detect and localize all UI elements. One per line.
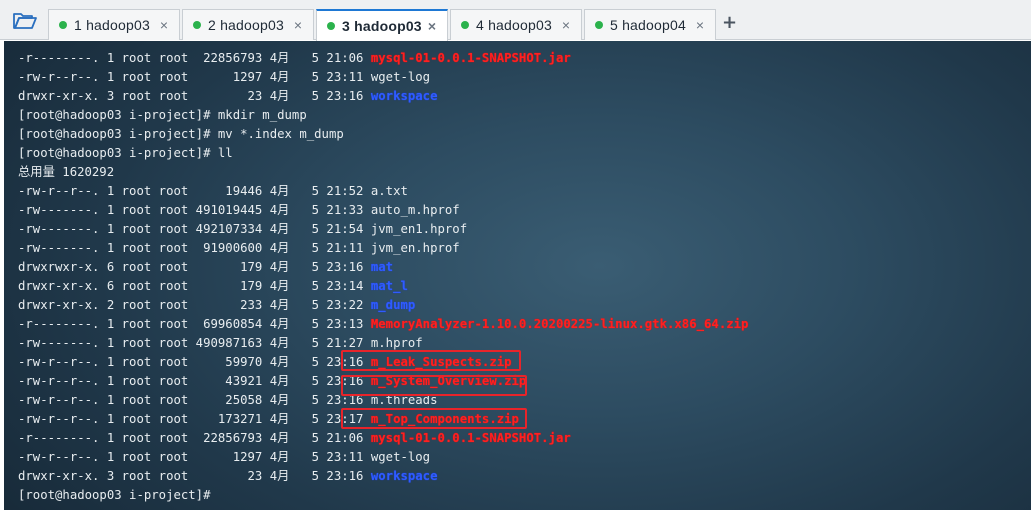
file-name: wget-log [370,450,431,464]
terminal-line-text: -rw-------. 1 root root 491019445 4月 5 2… [18,203,371,217]
terminal-line-text: [root@hadoop03 i-project]# [18,488,218,502]
tab-label: 4 hadoop03 [476,17,552,33]
terminal-line-text: -r--------. 1 root root 22856793 4月 5 21… [18,51,371,65]
close-tab-icon[interactable]: × [423,18,441,34]
file-name: workspace [370,89,438,103]
folder-open-icon[interactable] [12,9,38,31]
terminal-line-text: -rw-r--r--. 1 root root 1297 4月 5 23:11 [18,450,371,464]
terminal-line: -rw-------. 1 root root 492107334 4月 5 2… [18,220,748,239]
terminal-line-text: -rw-r--r--. 1 root root 1297 4月 5 23:11 [18,70,371,84]
close-tab-icon[interactable]: × [289,17,307,33]
highlight-box-system-overview [341,375,527,396]
tab-label: 5 hadoop04 [610,17,686,33]
terminal-line-text: 总用量 1620292 [18,165,115,179]
tab-session-2[interactable]: 2 hadoop03 × [182,9,314,40]
terminal-line-text: [root@hadoop03 i-project]# ll [18,146,233,160]
terminal-line: -r--------. 1 root root 22856793 4月 5 21… [18,429,748,448]
terminal-line-text: drwxr-xr-x. 3 root root 23 4月 5 23:16 [18,89,371,103]
terminal-line: drwxr-xr-x. 3 root root 23 4月 5 23:16 wo… [18,467,748,486]
close-tab-icon[interactable]: × [691,17,709,33]
connected-status-icon [327,22,335,30]
highlight-box-leak-suspects [341,350,521,371]
terminal-line-text: -rw-r--r--. 1 root root 59970 4月 5 23:16 [18,355,371,369]
file-name: workspace [370,469,438,483]
window-bottom-edge [0,510,1031,520]
file-name: jvm_en1.hprof [370,222,468,236]
tab-session-1[interactable]: 1 hadoop03 × [48,9,180,40]
terminal-line-text: drwxr-xr-x. 2 root root 233 4月 5 23:22 [18,298,371,312]
file-name: m_dump [370,298,416,312]
terminal-line: 总用量 1620292 [18,163,748,182]
terminal-line: -rw-r--r--. 1 root root 19446 4月 5 21:52… [18,182,748,201]
terminal-line-text: -r--------. 1 root root 69960854 4月 5 23… [18,317,371,331]
file-name: mysql-01-0.0.1-SNAPSHOT.jar [370,431,571,445]
connected-status-icon [59,21,67,29]
terminal-line: -rw-r--r--. 1 root root 1297 4月 5 23:11 … [18,68,748,87]
tab-session-5[interactable]: 5 hadoop04 × [584,9,716,40]
terminal-line: drwxr-xr-x. 2 root root 233 4月 5 23:22 m… [18,296,748,315]
file-name: MemoryAnalyzer-1.10.0.20200225-linux.gtk… [370,317,749,331]
terminal-line: [root@hadoop03 i-project]# mkdir m_dump [18,106,748,125]
tab-session-4[interactable]: 4 hadoop03 × [450,9,582,40]
connected-status-icon [461,21,469,29]
terminal-line-text: drwxr-xr-x. 3 root root 23 4月 5 23:16 [18,469,371,483]
file-name: mysql-01-0.0.1-SNAPSHOT.jar [370,51,571,65]
terminal-line-text: -rw-r--r--. 1 root root 25058 4月 5 23:16 [18,393,371,407]
tab-label: 2 hadoop03 [208,17,284,33]
terminal-line-text: -rw-------. 1 root root 492107334 4月 5 2… [18,222,371,236]
close-tab-icon[interactable]: × [155,17,173,33]
terminal-line: -r--------. 1 root root 22856793 4月 5 21… [18,49,748,68]
terminal-output-area[interactable]: -r--------. 1 root root 22856793 4月 5 21… [4,41,1031,510]
terminal-line: -rw-------. 1 root root 91900600 4月 5 21… [18,239,748,258]
terminal-line-text: [root@hadoop03 i-project]# mkdir m_dump [18,108,307,122]
terminal-line-text: -rw-r--r--. 1 root root 173271 4月 5 23:1… [18,412,371,426]
terminal-line: [root@hadoop03 i-project]# ll [18,144,748,163]
file-name: auto_m.hprof [370,203,460,217]
terminal-line-text: -rw-------. 1 root root 91900600 4月 5 21… [18,241,371,255]
terminal-line-text: -rw-r--r--. 1 root root 19446 4月 5 21:52 [18,184,371,198]
tab-label: 1 hadoop03 [74,17,150,33]
terminal-line: [root@hadoop03 i-project]# [18,486,748,505]
terminal-line-text: -rw-------. 1 root root 490987163 4月 5 2… [18,336,371,350]
tab-session-3[interactable]: 3 hadoop03 × [316,9,448,41]
connected-status-icon [193,21,201,29]
file-name: jvm_en.hprof [370,241,460,255]
terminal-app-window: 1 hadoop03 × 2 hadoop03 × 3 hadoop03 × 4… [0,0,1031,520]
file-name: a.txt [370,184,408,198]
file-name: mat [370,260,394,274]
new-tab-plus-icon[interactable]: + [722,12,737,33]
terminal-line-text: [root@hadoop03 i-project]# mv *.index m_… [18,127,344,141]
terminal-line-text: -rw-r--r--. 1 root root 43921 4月 5 23:16 [18,374,371,388]
terminal-line-text: drwxr-xr-x. 6 root root 179 4月 5 23:14 [18,279,371,293]
file-name: mat_l [370,279,408,293]
session-tab-bar: 1 hadoop03 × 2 hadoop03 × 3 hadoop03 × 4… [0,0,1031,41]
highlight-box-top-components [341,408,527,429]
terminal-line: -rw-------. 1 root root 491019445 4月 5 2… [18,201,748,220]
terminal-line: drwxrwxr-x. 6 root root 179 4月 5 23:16 m… [18,258,748,277]
terminal-line-text: -r--------. 1 root root 22856793 4月 5 21… [18,431,371,445]
file-name: wget-log [370,70,431,84]
close-tab-icon[interactable]: × [557,17,575,33]
terminal-line: drwxr-xr-x. 3 root root 23 4月 5 23:16 wo… [18,87,748,106]
tab-label: 3 hadoop03 [342,18,422,34]
terminal-line: [root@hadoop03 i-project]# mv *.index m_… [18,125,748,144]
terminal-line: -rw-r--r--. 1 root root 1297 4月 5 23:11 … [18,448,748,467]
file-name: m.hprof [370,336,423,350]
terminal-lines: -r--------. 1 root root 22856793 4月 5 21… [18,49,748,505]
connected-status-icon [595,21,603,29]
terminal-line: -r--------. 1 root root 69960854 4月 5 23… [18,315,748,334]
terminal-line: drwxr-xr-x. 6 root root 179 4月 5 23:14 m… [18,277,748,296]
terminal-line-text: drwxrwxr-x. 6 root root 179 4月 5 23:16 [18,260,371,274]
